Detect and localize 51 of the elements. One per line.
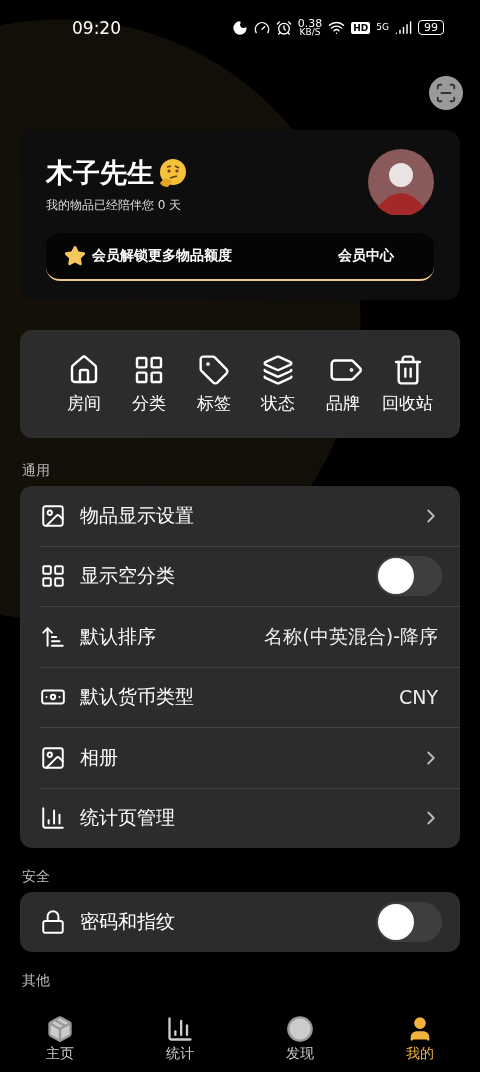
gauge-icon [253, 19, 270, 36]
scan-icon [435, 81, 457, 104]
image-icon [40, 502, 66, 529]
box-icon [46, 1014, 74, 1043]
star-icon [64, 245, 86, 267]
setting-label: 相册 [80, 744, 119, 770]
shortcut-button[interactable]: 分类 [116, 353, 182, 415]
shortcut-button[interactable]: 房间 [52, 353, 117, 415]
setting-label: 显示空分类 [80, 563, 176, 589]
setting-label: 默认排序 [80, 623, 157, 649]
net-unit: KB/S [299, 27, 321, 37]
nav-tab[interactable]: 我的 [360, 1005, 480, 1072]
section-title: 安全 [21, 867, 51, 886]
membership-banner[interactable]: 会员解锁更多物品额度 会员中心 [46, 233, 434, 281]
layers-icon [262, 353, 295, 386]
avatar[interactable] [368, 148, 434, 215]
setting-label: 密码和指纹 [80, 908, 176, 934]
alarm-icon [275, 19, 292, 36]
signal-icon [395, 19, 412, 36]
setting-label: 默认货币类型 [80, 684, 195, 710]
section-title: 通用 [21, 461, 51, 480]
scan-button[interactable] [429, 75, 463, 110]
companion-days-text: 我的物品已经陪伴您 0 天 [46, 197, 183, 214]
toggle-switch[interactable] [376, 556, 442, 597]
grid-icon [40, 563, 66, 590]
user-name: 木子先生 [46, 156, 154, 190]
network-type: 5G [376, 23, 389, 32]
nav-tab[interactable]: 主页 [0, 1005, 120, 1072]
battery-level: 99 [418, 20, 444, 35]
image-icon [40, 744, 66, 771]
setting-value: CNY [398, 686, 438, 709]
moon-icon [231, 19, 248, 36]
setting-value: 名称(中英混合)-降序 [264, 623, 438, 649]
net-speed: 0.38 [297, 18, 323, 28]
lock-icon [40, 908, 66, 935]
bar-chart-icon [40, 805, 66, 832]
nav-tab[interactable]: 发现 [240, 1005, 360, 1072]
nav-tab[interactable]: 统计 [120, 1005, 240, 1072]
toggle-switch[interactable] [376, 901, 442, 942]
shortcut-button[interactable]: 状态 [246, 353, 311, 415]
hd-badge: HD [351, 21, 371, 34]
setting-label: 物品显示设置 [80, 502, 195, 528]
status-time: 09:20 [72, 17, 122, 38]
wifi-icon [328, 19, 346, 36]
tag-icon [197, 353, 230, 386]
shortcut-button[interactable]: 标签 [181, 353, 246, 415]
setting-label: 统计页管理 [80, 805, 176, 831]
bar-chart-icon [166, 1014, 194, 1043]
section-title: 其他 [21, 970, 51, 990]
shortcut-button[interactable]: 品牌 [310, 353, 376, 415]
shortcut-button[interactable]: 回收站 [375, 353, 440, 415]
